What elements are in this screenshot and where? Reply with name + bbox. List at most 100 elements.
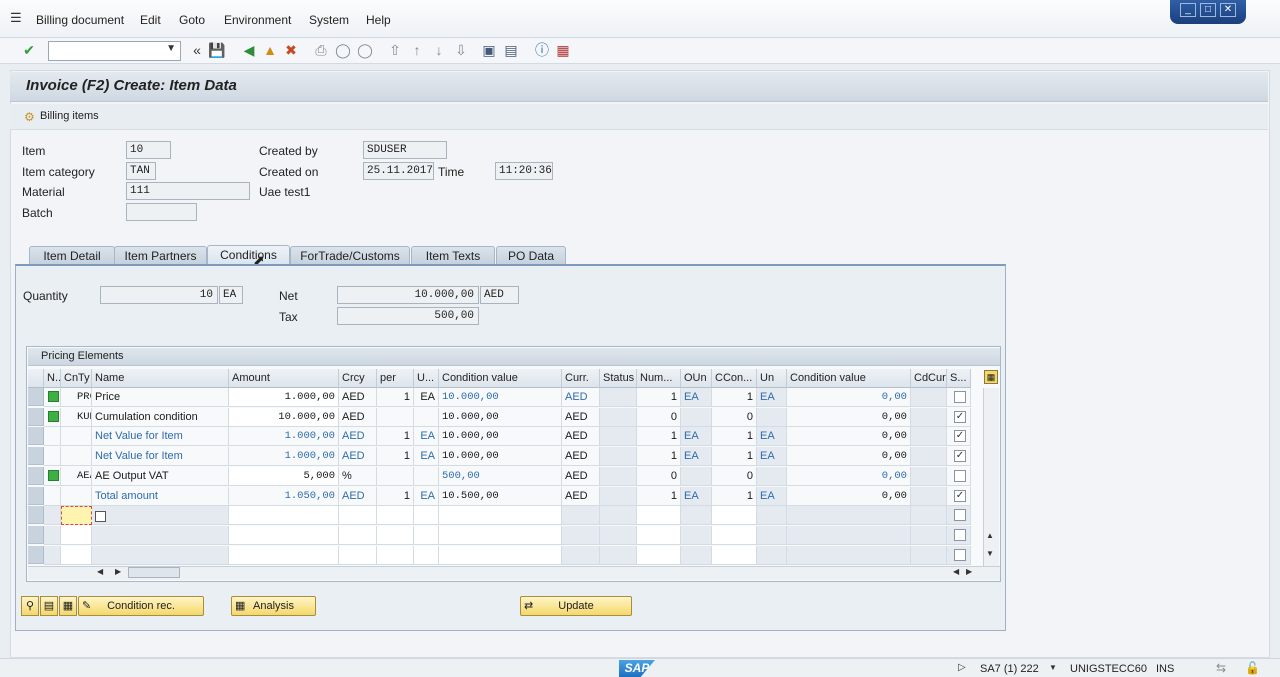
header-col-amount[interactable]: Amount (229, 369, 339, 388)
row-selector[interactable] (28, 506, 44, 524)
cancel-icon[interactable]: ✖ (282, 41, 300, 59)
row-selector[interactable] (28, 487, 44, 505)
horizontal-scroll-thumb[interactable] (128, 567, 180, 578)
table-cell-col-name[interactable] (92, 506, 229, 525)
customize-layout-icon[interactable]: ▦ (554, 41, 572, 59)
update-button[interactable]: ⇄ Update (520, 596, 632, 616)
header-col-cnty[interactable]: CnTy (61, 369, 92, 388)
table-cell-col-cnty[interactable] (61, 447, 92, 466)
exit-icon[interactable]: ▲ (261, 41, 279, 59)
row-selector[interactable] (28, 447, 44, 465)
table-cell-col-amount[interactable] (229, 526, 339, 545)
table-cell-col-cnty[interactable] (61, 427, 92, 446)
header-col-name[interactable]: Name (92, 369, 229, 388)
header-col-un[interactable]: Un (757, 369, 787, 388)
statistical-checkbox[interactable] (954, 529, 966, 541)
menu-edit[interactable]: Edit (140, 13, 161, 27)
table-cell-col-name[interactable]: Net Value for Item (92, 447, 229, 466)
table-cell-col-cnty[interactable]: KUMU (61, 408, 92, 427)
statistical-checkbox[interactable]: ✓ (954, 450, 966, 462)
header-col-condition-value-2[interactable]: Condition value (787, 369, 911, 388)
find-next-icon[interactable]: ◯ (356, 41, 374, 59)
back-icon[interactable]: ◀ (240, 41, 258, 59)
table-cell-col-amount[interactable]: 1.000,00 (229, 447, 339, 466)
table-cell-col-cnty[interactable] (61, 526, 92, 545)
row-selector[interactable] (28, 546, 44, 564)
shortcut-icon[interactable]: ▤ (502, 41, 520, 59)
statistical-checkbox[interactable] (954, 391, 966, 403)
header-corner[interactable] (28, 369, 44, 388)
table-cell-col-name[interactable] (92, 546, 229, 565)
help-icon[interactable]: ⓘ (533, 41, 551, 59)
scroll-right-icon[interactable]: ▶ (115, 567, 121, 576)
tab-conditions[interactable]: Conditions (207, 245, 290, 265)
header-col-u[interactable]: U... (414, 369, 439, 388)
collapse-icon[interactable]: « (188, 41, 206, 59)
item-category-field[interactable]: TAN (126, 162, 156, 180)
table-cell-col-amount[interactable]: 10.000,00 (229, 408, 339, 427)
tab-item-partners[interactable]: Item Partners (114, 246, 207, 265)
scroll-down-icon[interactable]: ▼ (986, 549, 994, 558)
menu-goto[interactable]: Goto (179, 13, 205, 27)
table-cell-col-amount[interactable]: 5,000 (229, 467, 339, 486)
row-selector[interactable] (28, 388, 44, 406)
maximize-icon[interactable]: □ (1200, 3, 1216, 17)
menu-help[interactable]: Help (366, 13, 391, 27)
statistical-checkbox[interactable]: ✓ (954, 430, 966, 442)
tab-po-data[interactable]: PO Data (496, 246, 566, 265)
table-cell-col-name[interactable]: AE Output VAT (92, 467, 229, 486)
header-col-condition-value[interactable]: Condition value (439, 369, 562, 388)
first-page-icon[interactable]: ⇧ (386, 41, 404, 59)
save-icon[interactable]: 💾 (208, 41, 226, 59)
table-cell-col-cnty[interactable] (61, 487, 92, 506)
enter-icon[interactable]: ✔ (20, 41, 38, 59)
print-icon[interactable]: ⎙ (312, 41, 330, 59)
table-cell-col-name[interactable]: Net Value for Item (92, 427, 229, 446)
material-field[interactable]: 111 (126, 182, 250, 200)
new-session-icon[interactable]: ▣ (480, 41, 498, 59)
menu-billing-document[interactable]: Billing document (36, 13, 124, 27)
close-icon[interactable]: ✕ (1220, 3, 1236, 17)
last-page-icon[interactable]: ⇩ (452, 41, 470, 59)
header-col-status[interactable]: Status (600, 369, 637, 388)
row-selector[interactable] (28, 526, 44, 544)
copy-row-icon[interactable] (95, 511, 106, 522)
table-cell-col-cnty[interactable] (61, 546, 92, 565)
system-dropdown-icon[interactable]: ▼ (1049, 663, 1057, 672)
header-col-num[interactable]: Num... (637, 369, 681, 388)
table-cell-col-cnty[interactable]: PR00 (61, 388, 92, 407)
statistical-checkbox[interactable]: ✓ (954, 411, 966, 423)
table-settings-icon[interactable]: ▦ (984, 370, 998, 384)
header-col-per[interactable]: per (377, 369, 414, 388)
tab-fortrade-customs[interactable]: ForTrade/Customs (290, 246, 410, 265)
table-cell-col-amount[interactable] (229, 506, 339, 525)
condition-record-button[interactable]: ✎ Condition rec. (78, 596, 204, 616)
statistical-checkbox[interactable]: ✓ (954, 490, 966, 502)
header-col-crcy[interactable]: Crcy (339, 369, 377, 388)
table-cell-col-cnty[interactable]: AEAV (61, 467, 92, 486)
header-col-s[interactable]: S... (947, 369, 971, 388)
table-cell-col-name[interactable]: Price (92, 388, 229, 407)
scroll-left-icon-2[interactable]: ◀ (953, 567, 959, 576)
header-col-curr[interactable]: Curr. (562, 369, 600, 388)
billing-items-button[interactable]: Billing items (40, 110, 99, 122)
tab-item-texts[interactable]: Item Texts (411, 246, 495, 265)
table-cell-col-name[interactable]: Cumulation condition (92, 408, 229, 427)
command-field[interactable]: ▼ (48, 41, 181, 61)
table-cell-col-amount[interactable]: 1.000,00 (229, 427, 339, 446)
header-col-ccon[interactable]: CCon... (712, 369, 757, 388)
table-cell-col-amount[interactable] (229, 546, 339, 565)
insert-row-icon-button[interactable]: ▤ (40, 596, 58, 616)
window-menu-icon[interactable]: ☰ (10, 10, 26, 25)
header-col-cdcur[interactable]: CdCur (911, 369, 947, 388)
row-selector[interactable] (28, 408, 44, 426)
scroll-right-icon-2[interactable]: ▶ (966, 567, 972, 576)
tab-item-detail[interactable]: Item Detail (29, 246, 115, 265)
status-expand-icon[interactable]: ▷ (958, 662, 966, 673)
table-cell-col-amount[interactable]: 1.050,00 (229, 487, 339, 506)
active-input-cell[interactable] (61, 506, 92, 525)
row-selector[interactable] (28, 427, 44, 445)
delete-row-icon-button[interactable]: ▦ (59, 596, 77, 616)
find-icon[interactable]: ◯ (334, 41, 352, 59)
next-page-icon[interactable]: ↓ (430, 41, 448, 59)
